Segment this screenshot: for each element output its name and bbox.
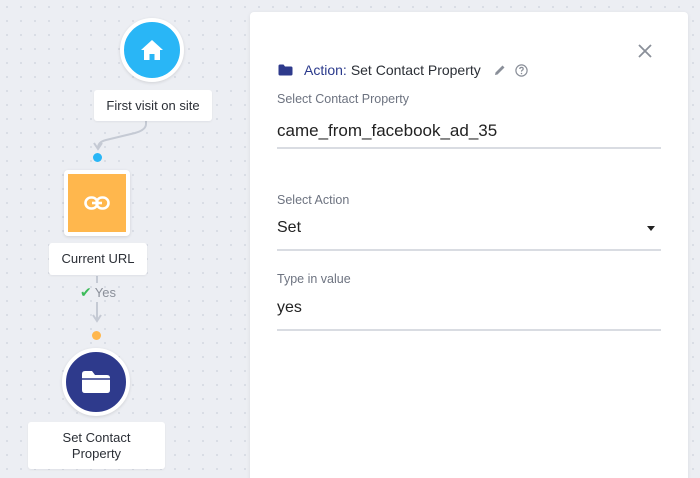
flow-canvas[interactable]: First visit on site Current URL ✔ Yes Se… (0, 0, 240, 478)
action-select-value: Set (277, 219, 302, 236)
help-icon[interactable] (515, 63, 528, 77)
panel-header: Action: Set Contact Property (278, 62, 528, 78)
action-node[interactable] (62, 348, 130, 416)
trigger-node[interactable] (120, 18, 184, 82)
close-button[interactable] (636, 42, 654, 60)
value-field[interactable]: Type in value yes (277, 272, 661, 331)
condition-node-label[interactable]: Current URL (49, 243, 147, 275)
contact-property-value: came_from_facebook_ad_35 (277, 121, 498, 140)
contact-property-input[interactable]: came_from_facebook_ad_35 (277, 115, 661, 149)
flow-connectors (92, 121, 147, 323)
contact-property-field[interactable]: Select Contact Property came_from_facebo… (277, 92, 661, 149)
connector-trigger-to-condition (97, 121, 147, 149)
condition-node[interactable] (64, 170, 130, 236)
action-select-label: Select Action (277, 193, 350, 207)
home-icon (140, 39, 164, 61)
action-panel: Action: Set Contact Property Select Cont… (250, 12, 688, 478)
caret-down-icon (647, 225, 655, 231)
panel-title: Set Contact Property (350, 62, 481, 78)
value-input-value: yes (277, 298, 302, 316)
check-icon: ✔ (80, 284, 92, 300)
folder-icon (278, 64, 293, 76)
connector-dot-condition (92, 331, 101, 340)
action-select-field[interactable]: Select Action Set (277, 193, 661, 251)
contact-property-label: Select Contact Property (277, 92, 410, 106)
edge-label-text: Yes (94, 285, 116, 300)
value-input[interactable]: yes (277, 286, 661, 331)
panel-action-prefix: Action: (304, 62, 347, 78)
connector-dot-trigger (93, 153, 102, 162)
trigger-node-label[interactable]: First visit on site (94, 90, 212, 121)
pencil-icon[interactable] (494, 64, 506, 76)
folder-icon (81, 370, 111, 394)
value-label: Type in value (277, 272, 351, 286)
action-select[interactable]: Set (277, 207, 661, 251)
link-icon (84, 196, 110, 210)
action-node-label[interactable]: Set Contact Property (28, 422, 165, 469)
edge-label-yes: ✔ Yes (80, 284, 116, 301)
close-icon (638, 44, 652, 58)
